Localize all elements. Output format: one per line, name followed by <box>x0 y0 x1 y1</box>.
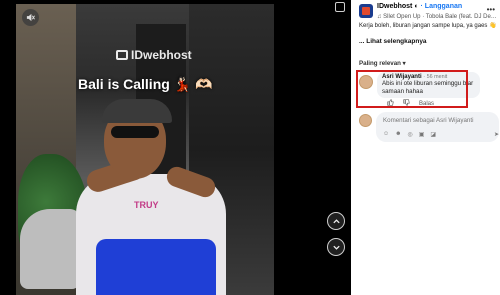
emoji-icon[interactable]: ☻ <box>395 131 401 138</box>
more-options-icon[interactable]: ••• <box>487 5 495 14</box>
video-watermark: IDwebhost <box>116 48 192 62</box>
comment-composer: Komentari sebagai Asri Wijayanti ☺ ☻ ◎ ▣… <box>359 112 499 144</box>
person-cap <box>102 99 172 123</box>
post-titles: IDwebhost ◐ · Langganan ♫ Sllet Open Up … <box>377 2 497 24</box>
page-avatar[interactable] <box>359 4 373 18</box>
see-more-link[interactable]: ... Lihat selengkapnya <box>359 38 427 45</box>
watermark-text: IDwebhost <box>131 48 192 62</box>
gif-icon[interactable]: ▣ <box>419 131 425 138</box>
post-text: Kerja boleh, liburan jangan sampe lupa, … <box>359 23 497 29</box>
sticker-icon[interactable]: ◪ <box>430 131 436 138</box>
subscribe-button[interactable]: · Langganan <box>421 3 463 10</box>
video-player[interactable]: TRUY IDwebhost Bali is Calling 💃🏻 🫶🏻 <box>16 4 274 295</box>
watermark-logo-icon <box>116 50 128 60</box>
blue-bag <box>96 239 216 295</box>
collapse-panel-icon[interactable] <box>335 2 345 12</box>
track-line[interactable]: ♫ Sllet Open Up · Tobola Bale (feat. DJ … <box>377 12 497 22</box>
shirt-print: TRUY <box>134 200 159 210</box>
page-name-row: IDwebhost ◐ · Langganan <box>377 2 497 12</box>
send-icon[interactable]: ➤ <box>494 131 499 138</box>
current-user-avatar <box>359 114 372 127</box>
page-name[interactable]: IDwebhost <box>377 3 412 10</box>
sort-comments-dropdown[interactable]: Paling relevan ▾ <box>359 60 406 67</box>
scooter <box>20 209 80 289</box>
video-caption: Bali is Calling 💃🏻 🫶🏻 <box>78 76 213 92</box>
avatar-sticker-icon[interactable]: ☺ <box>383 131 389 138</box>
post-header: IDwebhost ◐ · Langganan ♫ Sllet Open Up … <box>359 2 499 24</box>
chevron-up-icon[interactable] <box>327 212 345 230</box>
chevron-down-icon[interactable] <box>327 238 345 256</box>
composer-tools: ☺ ☻ ◎ ▣ ◪ ➤ <box>383 131 499 138</box>
video-stage: TRUY IDwebhost Bali is Calling 💃🏻 🫶🏻 <box>0 0 351 295</box>
comment-highlight-box <box>356 70 468 108</box>
comments-panel: IDwebhost ◐ · Langganan ♫ Sllet Open Up … <box>351 0 500 295</box>
person-sunglasses <box>111 126 159 138</box>
camera-icon[interactable]: ◎ <box>407 131 412 138</box>
volume-mute-icon[interactable] <box>22 9 39 26</box>
viewer-root: TRUY IDwebhost Bali is Calling 💃🏻 🫶🏻 IDw… <box>0 0 500 295</box>
